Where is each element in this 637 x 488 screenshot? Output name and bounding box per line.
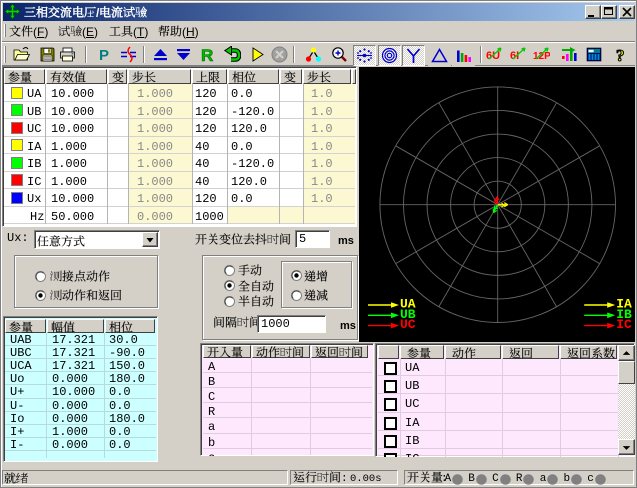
svg-text:UC: UC	[400, 317, 416, 332]
svg-text:6I: 6I	[510, 50, 519, 62]
svg-text:?: ?	[616, 46, 625, 63]
svg-text:P: P	[99, 47, 109, 63]
svg-text:IC: IC	[616, 317, 632, 332]
svg-text:R: R	[201, 46, 213, 63]
svg-text:12P: 12P	[533, 51, 550, 62]
